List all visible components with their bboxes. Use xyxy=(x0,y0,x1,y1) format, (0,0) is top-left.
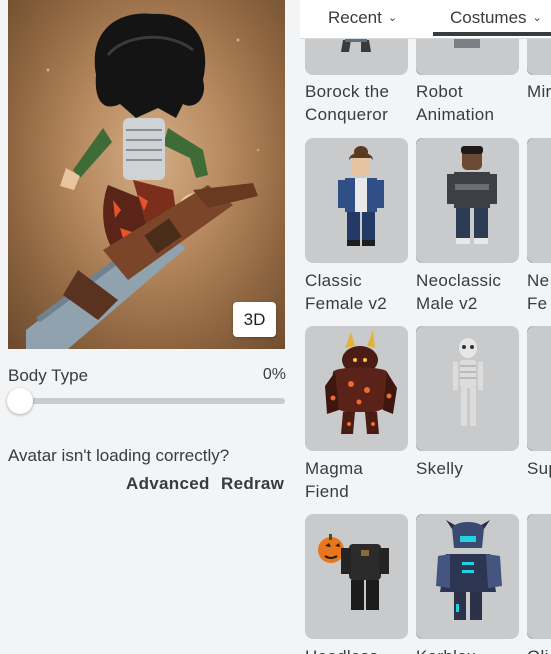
costume-name-line2: Female v2 xyxy=(305,294,388,313)
advanced-link[interactable]: Advanced xyxy=(126,474,210,494)
costume-name-line1: Neoclassic xyxy=(416,271,502,290)
chevron-down-icon: ⌄ xyxy=(532,12,542,24)
costume-name-line1: Skelly xyxy=(416,459,464,478)
costume-thumbnail[interactable] xyxy=(416,138,519,263)
category-tabs: Recent ⌄ Costumes ⌄ xyxy=(300,0,551,39)
costume-name-line1: Ne xyxy=(527,271,550,290)
costume-thumbnail[interactable] xyxy=(527,326,551,451)
chevron-down-icon: ⌄ xyxy=(387,12,398,24)
costume-thumbnail[interactable] xyxy=(305,326,408,451)
avatar-loading-question: Avatar isn't loading correctly? xyxy=(8,446,230,465)
costume-grid: Borock the Conqueror Robot Animation Mir xyxy=(305,0,551,654)
skelly-figure xyxy=(453,338,483,426)
costume-name-line1: Robot xyxy=(416,82,463,101)
body-type-label: Body Type xyxy=(8,366,89,385)
costume-thumbnail[interactable] xyxy=(416,326,519,451)
neoclassic-male-figure xyxy=(447,146,497,244)
costume-name-line1: Headless xyxy=(305,645,378,654)
classic-female-figure xyxy=(338,146,384,246)
costume-name-line2: Animation xyxy=(416,105,495,124)
costume-thumbnail[interactable] xyxy=(305,138,408,263)
costume-thumbnail[interactable] xyxy=(416,514,519,639)
body-type-slider-track[interactable] xyxy=(8,398,285,404)
costume-thumbnail[interactable] xyxy=(305,514,408,639)
costume-name-line2: Fiend xyxy=(305,482,350,501)
costume-name-line1: Korblox xyxy=(416,645,476,654)
korblox-figure xyxy=(436,520,502,620)
active-tab-indicator xyxy=(433,32,551,36)
tab-recent[interactable]: Recent ⌄ xyxy=(328,8,397,28)
view-3d-toggle-button[interactable]: 3D xyxy=(233,302,276,337)
body-type-value: 0% xyxy=(262,366,286,383)
costume-name-line1: Classic xyxy=(305,271,362,290)
headless-figure xyxy=(318,534,389,610)
costume-name-line1: Oli xyxy=(527,645,549,654)
costume-name-line1: Magma xyxy=(305,459,364,478)
costume-name-line1: Sup xyxy=(527,459,551,478)
redraw-link[interactable]: Redraw xyxy=(221,474,284,494)
costume-name-line2: Conqueror xyxy=(305,105,389,124)
costume-thumbnail[interactable] xyxy=(527,138,551,263)
avatar-preview[interactable]: 3D xyxy=(8,0,285,349)
costume-name-line1: Mir xyxy=(527,82,551,101)
costume-name-line2: Male v2 xyxy=(416,294,478,313)
tab-costumes-label: Costumes xyxy=(450,8,527,27)
tab-recent-label: Recent xyxy=(328,8,382,27)
avatar-render xyxy=(26,13,260,349)
costume-thumbnail[interactable] xyxy=(527,514,551,639)
tab-costumes[interactable]: Costumes ⌄ xyxy=(450,8,542,28)
costume-name-line2: Fe xyxy=(527,294,548,313)
magma-fiend-figure xyxy=(325,330,397,434)
body-type-slider-handle[interactable] xyxy=(7,388,33,414)
costume-name-line1: Borock the xyxy=(305,82,390,101)
